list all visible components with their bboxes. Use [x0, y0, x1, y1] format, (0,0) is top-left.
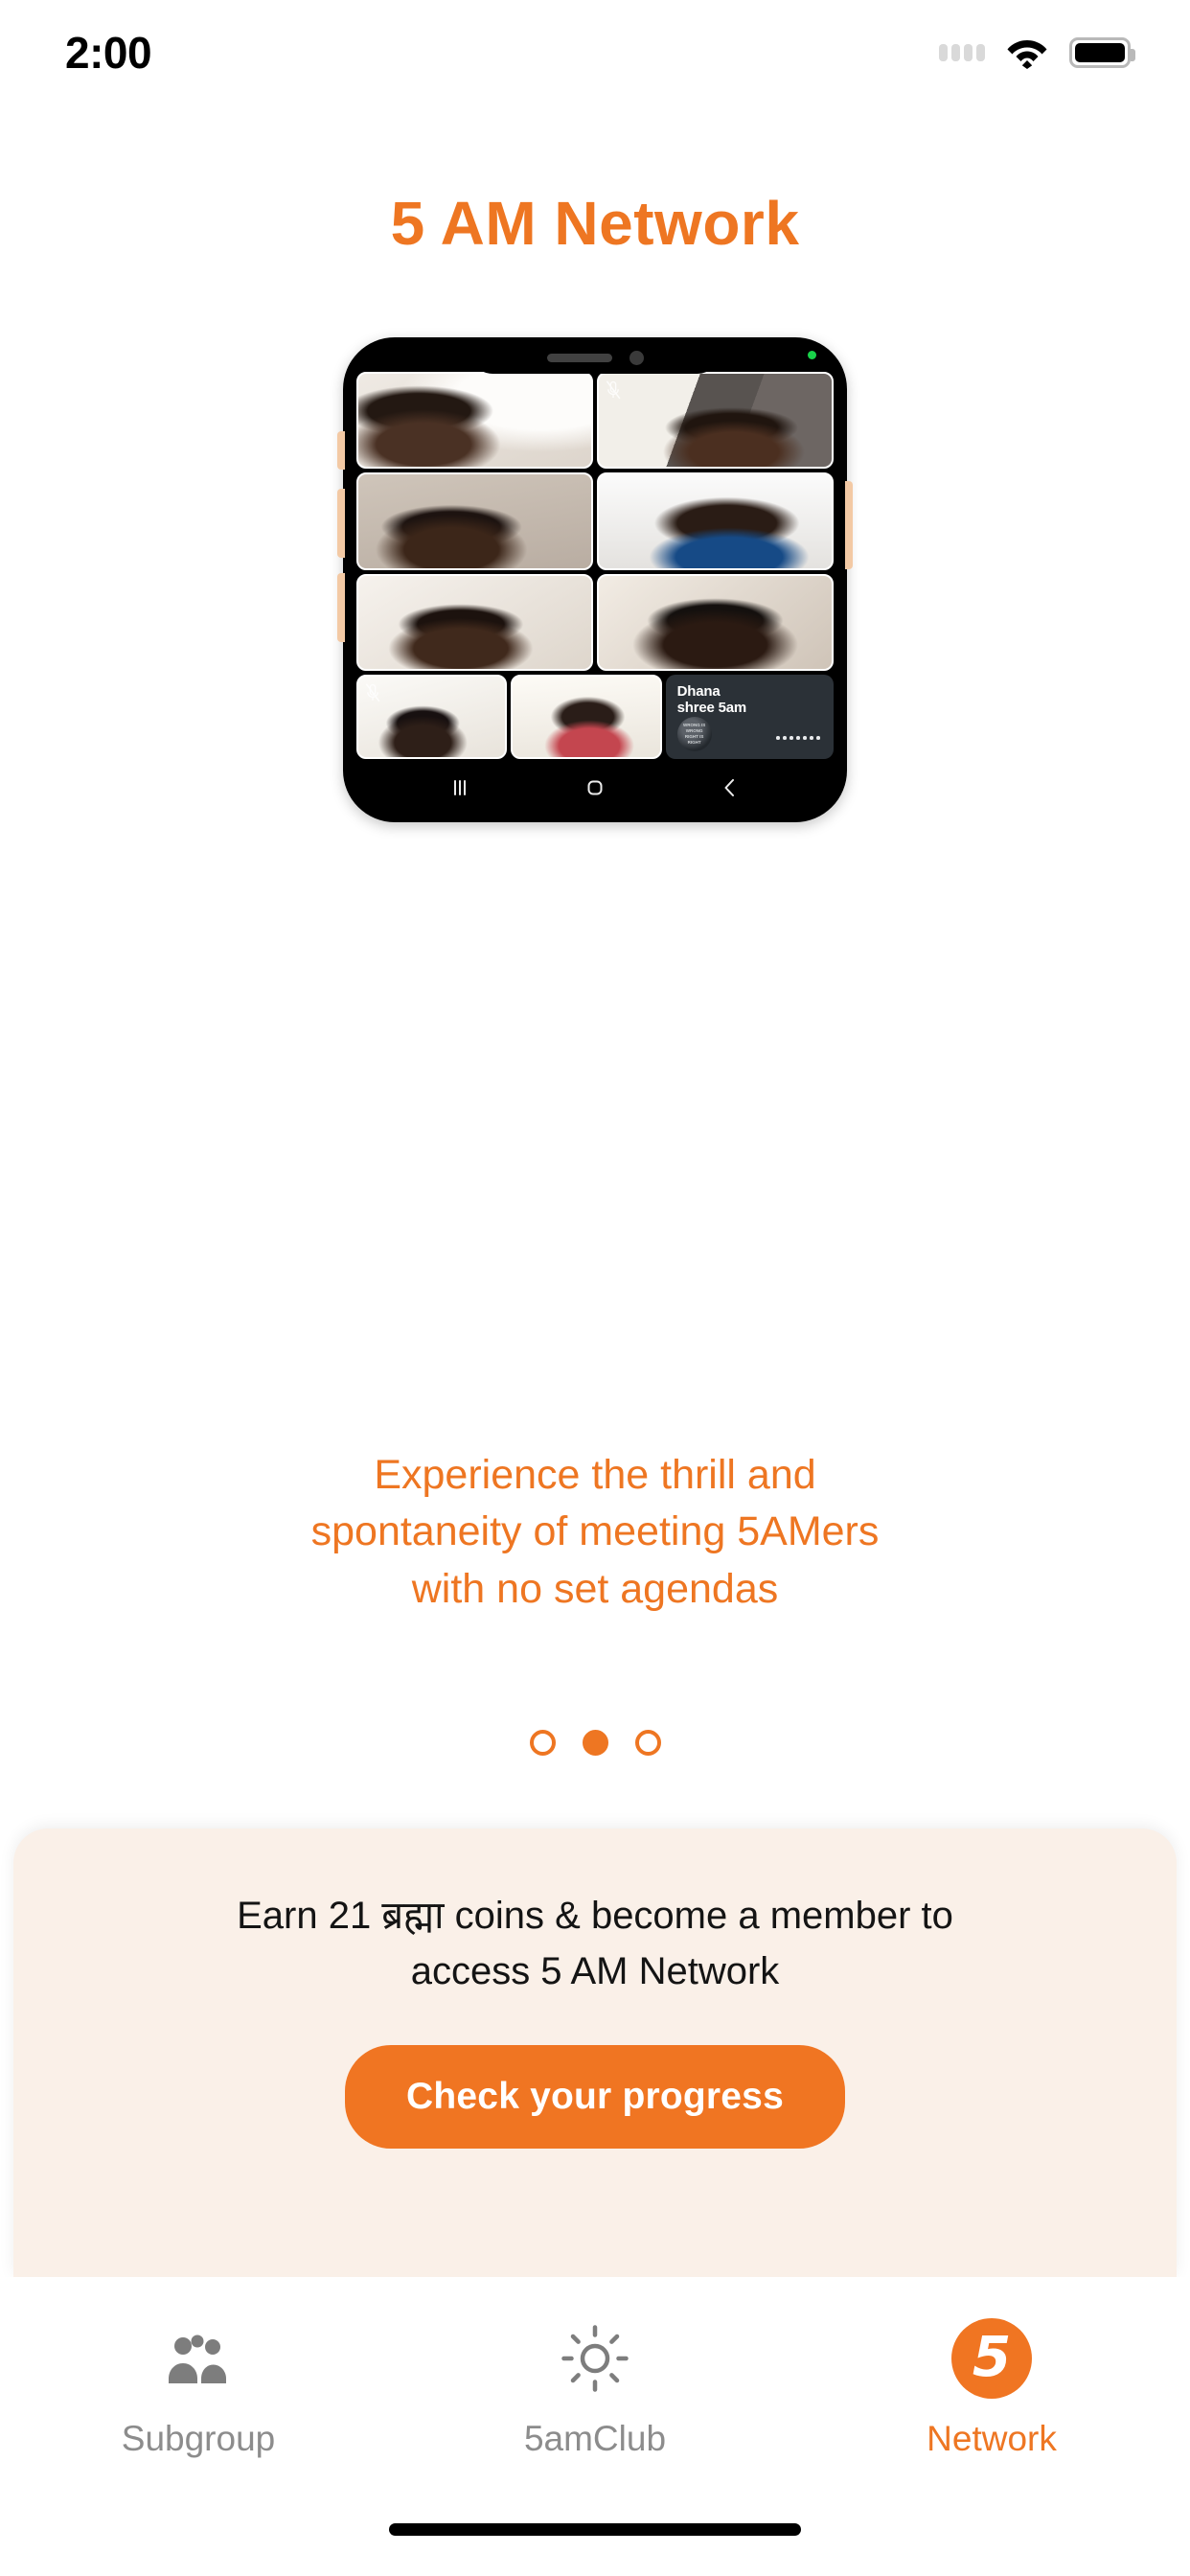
video-tile: [356, 372, 593, 470]
video-tile: [597, 472, 834, 570]
video-grid-row: [356, 472, 834, 570]
tab-network[interactable]: 5 Network: [793, 2317, 1190, 2459]
hero-illustration: Dhana shree 5am WRONG IS WRONG RIGHT IS …: [0, 337, 1190, 826]
status-bar: 2:00: [0, 0, 1190, 105]
home-icon: [587, 780, 603, 795]
battery-full-icon: [1069, 37, 1135, 68]
recording-indicator-icon: [808, 351, 816, 359]
video-grid-row: [356, 372, 834, 470]
tab-subgroup[interactable]: Subgroup: [0, 2317, 397, 2459]
tagline-line-2: spontaneity of meeting 5AMers: [310, 1508, 880, 1555]
phone-notch: [471, 341, 719, 374]
promo-line-2: access 5 AM Network: [410, 1950, 780, 1992]
phone-mockup: Dhana shree 5am WRONG IS WRONG RIGHT IS …: [337, 337, 853, 822]
home-indicator[interactable]: [389, 2523, 801, 2536]
carousel-dot-1[interactable]: [529, 1730, 556, 1756]
signal-dots-icon: [939, 44, 985, 61]
front-camera-icon: [629, 350, 644, 365]
avatar-text-line-4: RIGHT: [687, 740, 701, 746]
back-icon: [724, 779, 734, 796]
tagline-line-1: Experience the thrill and: [374, 1452, 816, 1498]
participant-avatar: WRONG IS WRONG RIGHT IS RIGHT: [676, 716, 712, 751]
tab-label-network: Network: [927, 2419, 1057, 2458]
people-group-icon: [163, 2317, 234, 2400]
video-call-grid: Dhana shree 5am WRONG IS WRONG RIGHT IS …: [356, 372, 834, 759]
participant-name-line-1: Dhana: [676, 682, 721, 700]
carousel-pagination[interactable]: [0, 1730, 1190, 1756]
tab-label-subgroup: Subgroup: [121, 2419, 276, 2458]
promo-message: Earn 21 ब्रह्मा coins & become a member …: [96, 1888, 1094, 1999]
status-time: 2:00: [65, 28, 152, 78]
promo-cta-row: Check your progress: [96, 2045, 1094, 2149]
tab-label-5amclub: 5amClub: [523, 2419, 667, 2458]
participant-name-line-2: shree 5am: [676, 699, 747, 716]
phone-volume-up-button: [337, 489, 345, 558]
promo-line-1: Earn 21 ब्रह्मा coins & become a member …: [237, 1895, 953, 1937]
phone-screen: Dhana shree 5am WRONG IS WRONG RIGHT IS …: [351, 345, 839, 815]
tab-5amclub[interactable]: 5amClub: [397, 2317, 793, 2459]
mic-muted-icon: [365, 683, 380, 702]
membership-promo-card: Earn 21 ब्रह्मा coins & become a member …: [13, 1828, 1177, 2277]
video-tile: [356, 472, 593, 570]
video-tile: [597, 372, 834, 470]
carousel-dot-2[interactable]: [582, 1730, 608, 1756]
phone-power-button: [845, 481, 853, 569]
video-grid-row: Dhana shree 5am WRONG IS WRONG RIGHT IS …: [356, 674, 834, 759]
android-navigation-bar: [351, 761, 839, 815]
video-grid-row: [356, 573, 834, 671]
sun-icon: [560, 2317, 630, 2400]
five-badge-text: 5: [951, 2318, 1032, 2399]
phone-volume-down-button: [337, 573, 345, 642]
carousel-dot-3[interactable]: [634, 1730, 661, 1756]
phone-silent-switch: [337, 431, 345, 470]
mic-muted-icon: [606, 380, 621, 400]
page-title: 5 AM Network: [390, 189, 800, 258]
status-indicators: [939, 36, 1135, 69]
earpiece-speaker-icon: [546, 353, 612, 362]
five-badge-icon: 5: [951, 2317, 1032, 2400]
participant-name-tile: Dhana shree 5am WRONG IS WRONG RIGHT IS …: [665, 674, 834, 759]
recent-apps-icon: [454, 780, 467, 795]
video-tile: [597, 573, 834, 671]
check-progress-button[interactable]: Check your progress: [345, 2045, 845, 2149]
wifi-icon: [1006, 36, 1048, 69]
video-tile: [356, 674, 508, 759]
more-options-icon: [776, 736, 820, 740]
video-tile: [511, 674, 662, 759]
video-tile: [356, 573, 593, 671]
hero-tagline: Experience the thrill and spontaneity of…: [0, 1447, 1190, 1618]
bottom-tab-bar: Subgroup 5amClub 5 Network: [0, 2277, 1190, 2482]
tagline-line-3: with no set agendas: [411, 1565, 779, 1612]
